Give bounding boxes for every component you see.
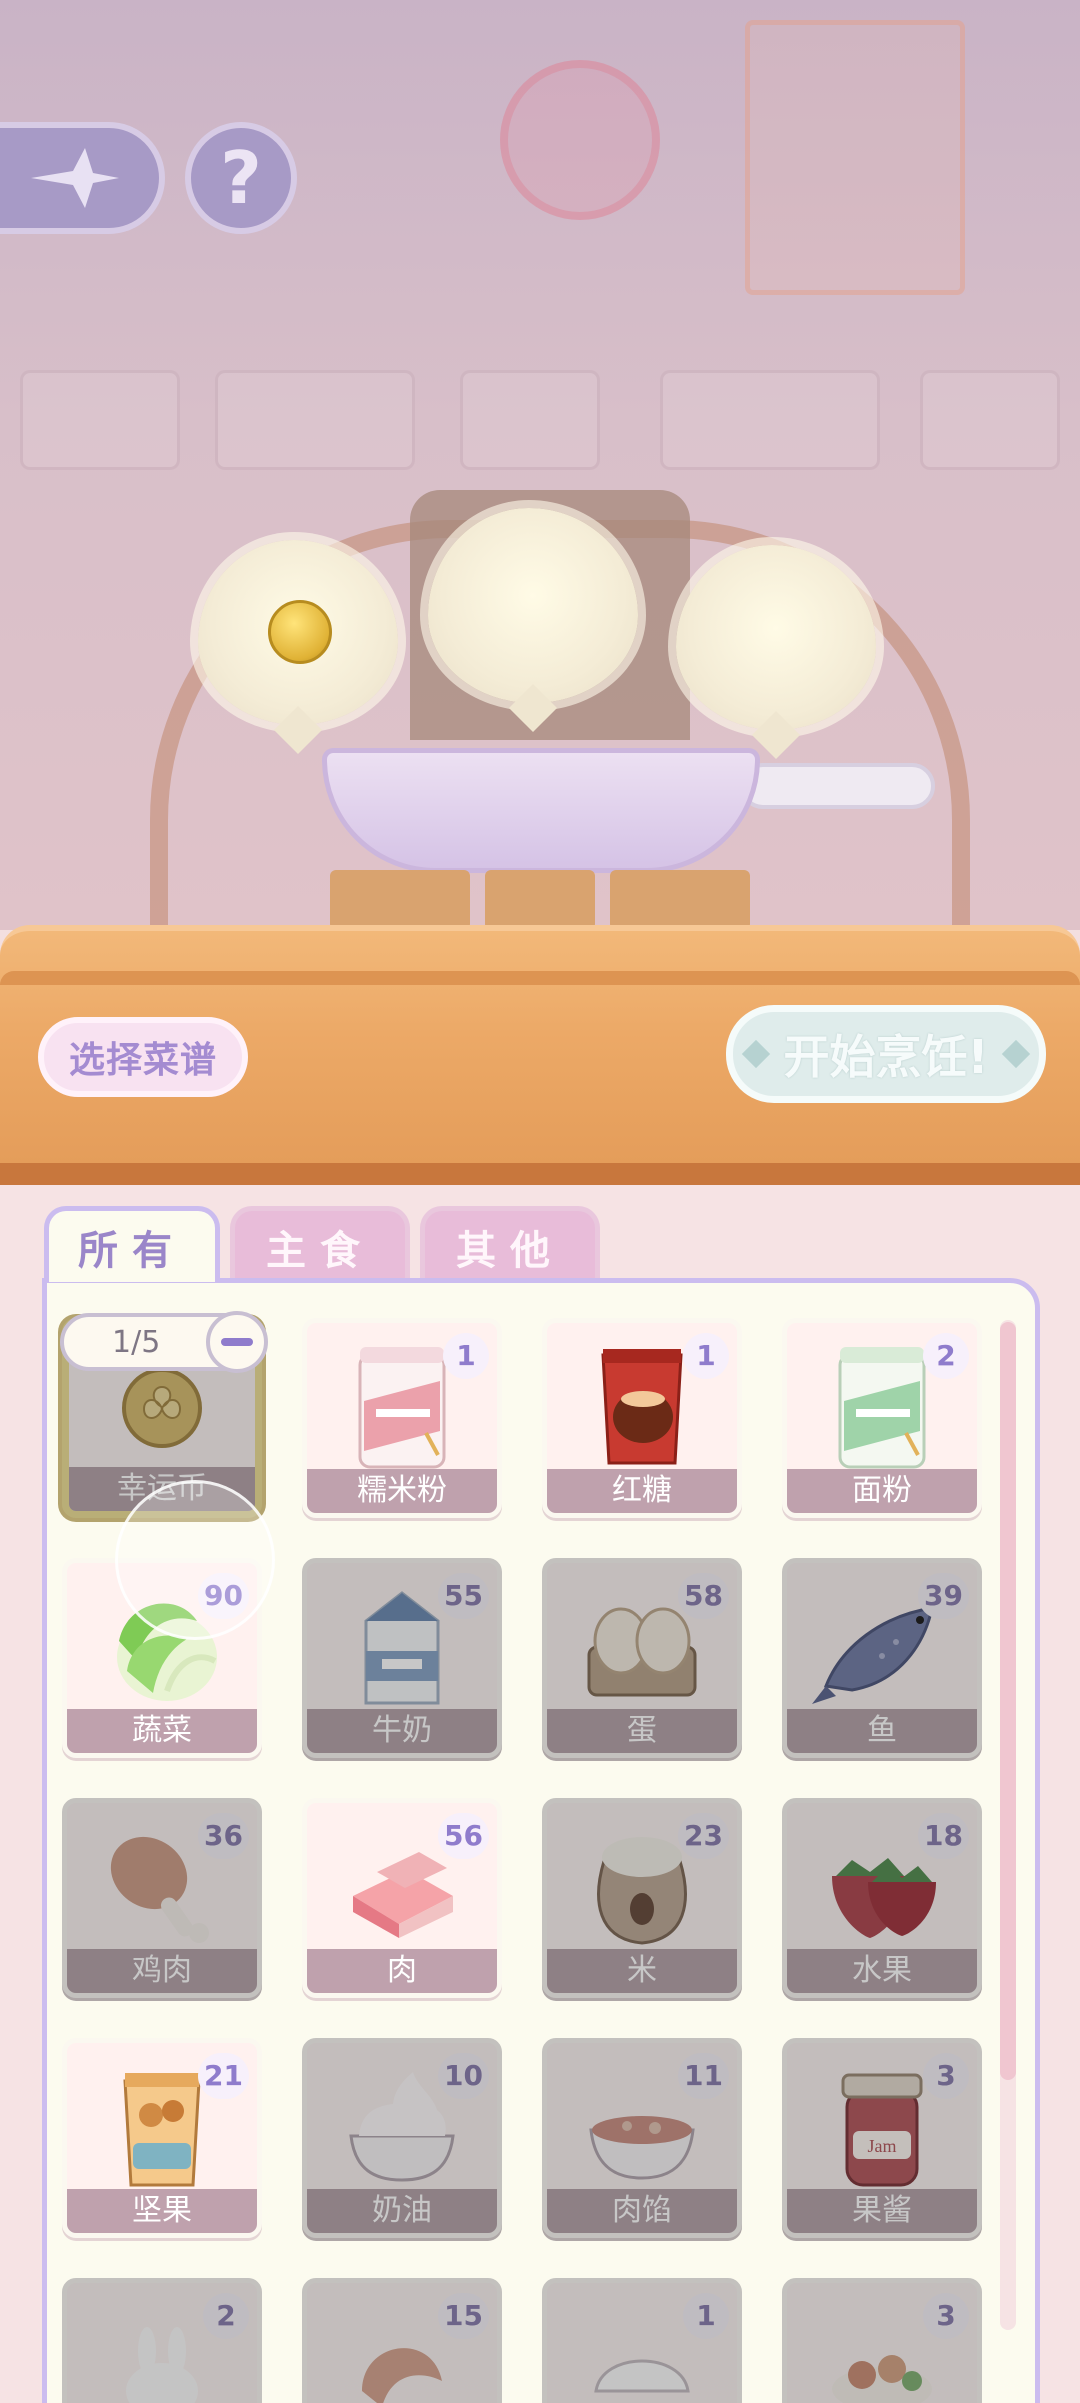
- item-count-badge: 15: [438, 2293, 489, 2339]
- pan-stand: [485, 870, 595, 930]
- tab-staple[interactable]: 主食: [230, 1206, 410, 1282]
- help-button[interactable]: ?: [185, 122, 297, 234]
- item-label: 蔬菜: [67, 1709, 257, 1753]
- diamond-arrow-icon: [30, 148, 119, 208]
- item-count-badge: 11: [678, 2053, 729, 2099]
- item-count-badge: 10: [438, 2053, 489, 2099]
- item-label: 蛋: [547, 1709, 737, 1753]
- select-recipe-button[interactable]: 选择菜谱: [38, 1017, 248, 1097]
- item-label: 面粉: [787, 1469, 977, 1513]
- ingredient-slot[interactable]: 1 红糖: [542, 1318, 742, 1518]
- item-label: 红糖: [547, 1469, 737, 1513]
- frying-pan: [322, 748, 760, 873]
- minus-icon: [221, 1338, 253, 1346]
- tab-all[interactable]: 所有: [44, 1206, 220, 1282]
- item-count-badge: 18: [918, 1813, 969, 1859]
- item-label: 水果: [787, 1949, 977, 1993]
- item-label: 鱼: [787, 1709, 977, 1753]
- item-count-badge: 2: [923, 1333, 969, 1379]
- item-count-badge: 39: [918, 1573, 969, 1619]
- wall-panel: [660, 370, 880, 470]
- start-cooking-label: 开始烹饪!: [783, 1030, 989, 1084]
- ingredient-slot[interactable]: 2: [62, 2278, 262, 2403]
- svg-text:Jam: Jam: [868, 2136, 897, 2156]
- pan-stand: [610, 870, 750, 930]
- item-label: 奶油: [307, 2189, 497, 2233]
- diamond-ornament-icon: [741, 1039, 770, 1069]
- decrease-button[interactable]: [206, 1311, 268, 1373]
- selection-count-text: 1/5: [112, 1324, 161, 1360]
- item-label: 肉: [307, 1949, 497, 1993]
- pan-stand: [330, 870, 470, 930]
- ingredient-slot[interactable]: 21 坚果: [62, 2038, 262, 2238]
- ingredient-slot[interactable]: 56 肉: [302, 1798, 502, 1998]
- scrollbar-thumb[interactable]: [1000, 1322, 1016, 2080]
- ingredient-slot[interactable]: 55 牛奶: [302, 1558, 502, 1758]
- tab-other[interactable]: 其他: [420, 1206, 600, 1282]
- item-count-badge: 36: [198, 1813, 249, 1859]
- ingredient-slot[interactable]: 36 鸡肉: [62, 1798, 262, 1998]
- wall-picture-frame: [745, 20, 965, 295]
- item-label: 米: [547, 1949, 737, 1993]
- touch-indicator: [115, 1480, 275, 1640]
- item-count-badge: 2: [203, 2293, 249, 2339]
- item-count-badge: 1: [683, 1333, 729, 1379]
- ingredient-slot[interactable]: 39 鱼: [782, 1558, 982, 1758]
- ingredient-slot[interactable]: 1: [542, 2278, 742, 2403]
- item-count-badge: 3: [923, 2053, 969, 2099]
- wall-panel: [20, 370, 180, 470]
- item-label: 坚果: [67, 2189, 257, 2233]
- wall-panel: [460, 370, 600, 470]
- coin-icon: [268, 600, 332, 664]
- item-count-badge: 23: [678, 1813, 729, 1859]
- ingredient-slot[interactable]: 18 水果: [782, 1798, 982, 1998]
- ingredient-slot[interactable]: Jam 3 果酱: [782, 2038, 982, 2238]
- wall-panel: [920, 370, 1060, 470]
- diamond-ornament-icon: [1002, 1039, 1031, 1069]
- item-label: 鸡肉: [67, 1949, 257, 1993]
- kitchen-scene: [0, 0, 1080, 930]
- wall-seal-decoration: [500, 60, 660, 220]
- item-count-badge: 1: [683, 2293, 729, 2339]
- item-count-badge: 55: [438, 1573, 489, 1619]
- wall-panel: [215, 370, 415, 470]
- item-label: 果酱: [787, 2189, 977, 2233]
- ingredient-slot[interactable]: 10 奶油: [302, 2038, 502, 2238]
- item-count-badge: 1: [443, 1333, 489, 1379]
- pan-handle: [740, 763, 935, 809]
- ingredient-slot[interactable]: 11 肉馅: [542, 2038, 742, 2238]
- item-label: 肉馅: [547, 2189, 737, 2233]
- item-count-badge: 58: [678, 1573, 729, 1619]
- item-count-badge: 3: [923, 2293, 969, 2339]
- ingredient-bubble-3[interactable]: [676, 545, 876, 730]
- start-cooking-button[interactable]: 开始烹饪!: [726, 1005, 1046, 1103]
- ingredient-slot[interactable]: 23 米: [542, 1798, 742, 1998]
- ingredient-slot[interactable]: 1 糯米粉: [302, 1318, 502, 1518]
- back-button[interactable]: [0, 122, 165, 234]
- ingredient-slot[interactable]: 2 面粉: [782, 1318, 982, 1518]
- ingredient-slot[interactable]: 3: [782, 2278, 982, 2403]
- item-count-badge: 56: [438, 1813, 489, 1859]
- item-count-badge: 21: [198, 2053, 249, 2099]
- item-label: 牛奶: [307, 1709, 497, 1753]
- item-label: 糯米粉: [307, 1469, 497, 1513]
- ingredient-slot[interactable]: 15: [302, 2278, 502, 2403]
- ingredient-slot[interactable]: 58 蛋: [542, 1558, 742, 1758]
- question-mark-icon: ?: [220, 136, 262, 220]
